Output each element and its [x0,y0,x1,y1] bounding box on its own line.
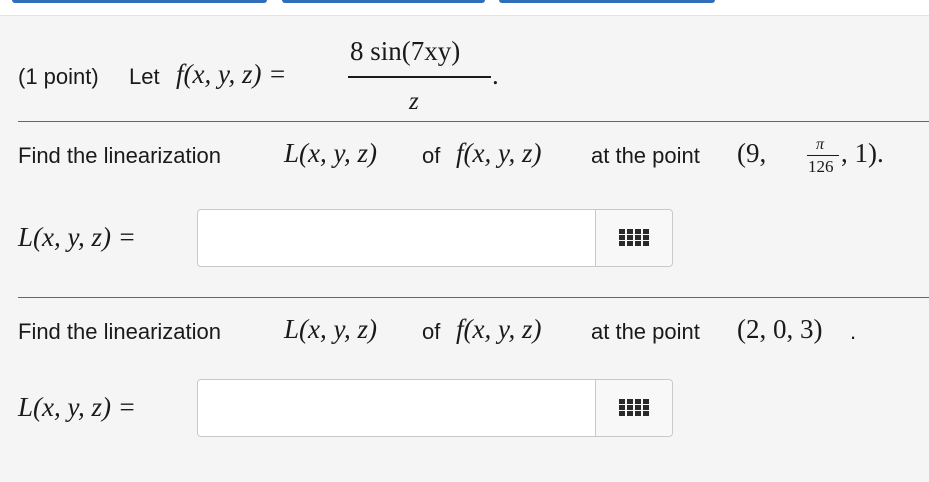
part2-of-word: of [422,319,441,344]
part1-answer-box [197,209,673,267]
part2-point: (2, 0, 3) [737,314,823,344]
part1-answer-label: L(x, y, z) = [18,222,136,252]
part2-answer-label: L(x, y, z) = [18,392,136,422]
part1-prompt-start: Find the linearization [18,143,222,168]
part1-point-open: (9, [737,138,767,168]
part2-L-expr: L(x, y, z) [284,314,377,344]
divider-2 [18,297,929,298]
part2-prompt-start: Find the linearization [18,319,222,344]
divider-1 [18,121,929,122]
fraction-numerator: 8 sin(7xy) [350,36,461,66]
part1-f-expr: f(x, y, z) [456,138,542,168]
part1-answer-input[interactable] [198,210,596,266]
part2-answer-box [197,379,673,437]
part1-of-word: of [422,143,441,168]
part1-point-bar [807,155,839,156]
grid-icon [619,399,649,417]
part1-point-close: , 1). [841,138,884,168]
let-word: Let [129,64,160,89]
part1-point-pi: π [816,136,825,153]
fraction-bar [348,76,491,78]
part1-palette-button[interactable] [595,210,672,266]
function-lhs: f(x, y, z) = [176,59,287,89]
part2-period: . [850,319,857,344]
part2-palette-button[interactable] [595,380,672,436]
tab-2[interactable] [282,0,485,3]
part1-at-text: at the point [591,143,700,168]
part1-L-expr: L(x, y, z) [284,138,377,168]
fraction-denominator: z [409,88,419,115]
part1-point-den: 126 [808,157,834,176]
tab-1[interactable] [12,0,267,3]
statement-period: . [492,60,499,90]
top-tab-strip [0,0,929,4]
points-label: (1 point) [18,64,99,89]
problem-panel: (1 point) Let f(x, y, z) = 8 sin(7xy) z … [0,15,929,482]
part2-at-text: at the point [591,319,700,344]
part2-answer-input[interactable] [198,380,596,436]
grid-icon [619,229,649,247]
part2-f-expr: f(x, y, z) [456,314,542,344]
tab-3[interactable] [499,0,715,3]
